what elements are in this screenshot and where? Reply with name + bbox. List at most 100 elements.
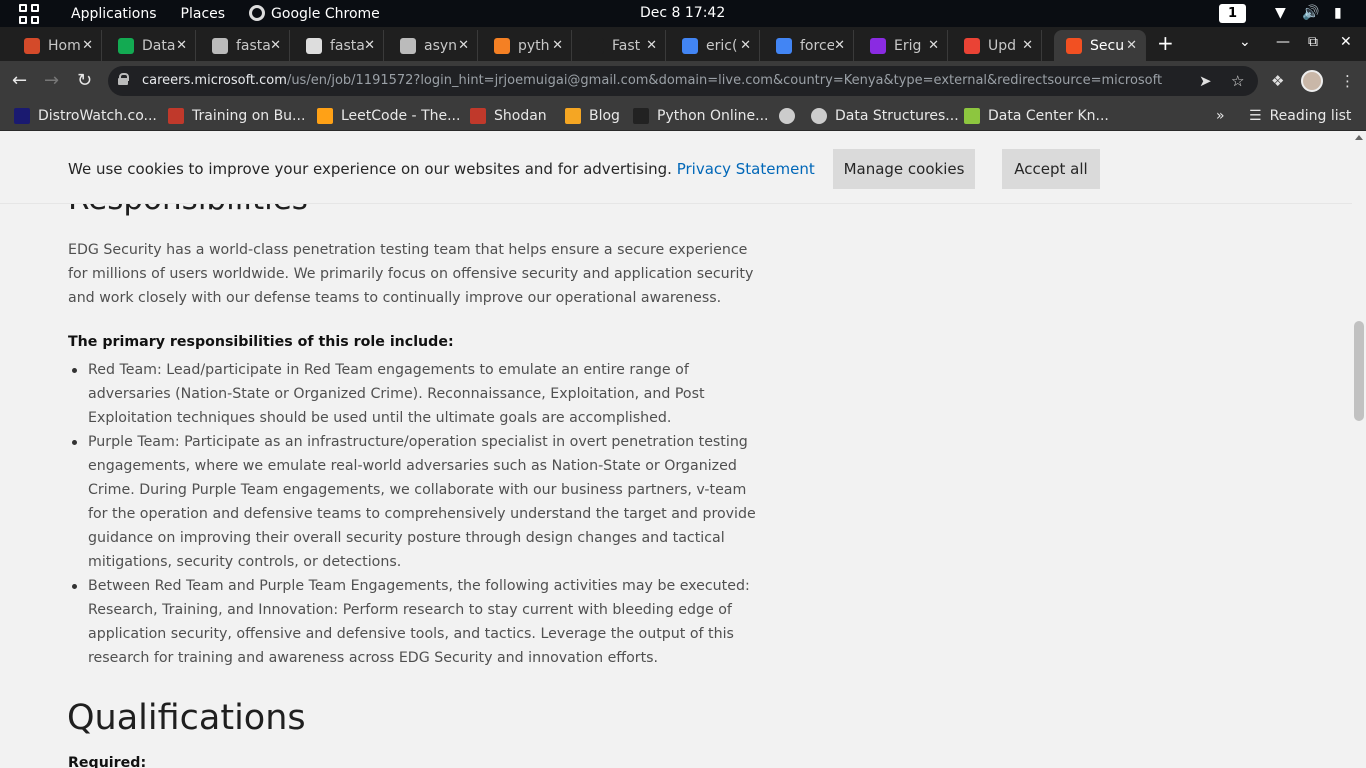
favicon-circle xyxy=(306,37,322,54)
responsibilities-list: Red Team: Lead/participate in Red Team e… xyxy=(68,358,768,670)
close-tab-icon[interactable]: ✕ xyxy=(176,38,187,53)
microsoft-icon xyxy=(1066,37,1082,54)
chrome-icon xyxy=(249,5,266,21)
browser-tab[interactable]: pyth ✕ xyxy=(482,30,572,61)
maximize-icon[interactable]: ⧉ xyxy=(1308,34,1318,50)
browser-tab[interactable]: fasta ✕ xyxy=(200,30,290,61)
intro-paragraph: EDG Security has a world-class penetrati… xyxy=(68,242,754,306)
browser-tab[interactable]: Secu ✕ xyxy=(1054,30,1146,61)
back-icon[interactable]: ← xyxy=(12,70,27,91)
manage-cookies-button[interactable]: Manage cookies xyxy=(833,149,975,189)
browser-tab[interactable]: Hom ✕ xyxy=(12,30,102,61)
bookmark-item[interactable]: Shodan xyxy=(470,106,547,126)
workspace-indicator[interactable]: 1 xyxy=(1219,4,1246,23)
forward-icon[interactable]: → xyxy=(44,70,59,91)
browser-tab[interactable]: fasta ✕ xyxy=(294,30,384,61)
bookmark-item[interactable]: Python Online... xyxy=(633,106,769,126)
gmail-icon xyxy=(964,37,980,54)
url-text[interactable]: careers.microsoft.com/us/en/job/1191572?… xyxy=(142,73,1162,88)
wifi-icon[interactable]: ▼ xyxy=(1275,5,1286,21)
scroll-up-arrow[interactable] xyxy=(1355,135,1363,140)
page-scrollbar[interactable] xyxy=(1352,131,1366,768)
bookmark-item[interactable]: DistroWatch.co... xyxy=(14,106,157,126)
bookmark-label: Python Online... xyxy=(657,108,769,124)
close-window-icon[interactable]: ✕ xyxy=(1340,34,1352,50)
bookmark-item[interactable]: Data Center Kn... xyxy=(964,106,1109,126)
accept-all-button[interactable]: Accept all xyxy=(1002,149,1100,189)
tab-title: Secu xyxy=(1090,37,1125,54)
close-tab-icon[interactable]: ✕ xyxy=(1022,38,1033,53)
new-tab-button[interactable]: + xyxy=(1157,31,1174,55)
bookmark-label: DistroWatch.co... xyxy=(38,108,157,124)
responsibilities-subheading: The primary responsibilities of this rol… xyxy=(68,334,454,350)
close-tab-icon[interactable]: ✕ xyxy=(458,38,469,53)
lock-icon[interactable] xyxy=(118,73,129,85)
browser-tab[interactable]: asyn ✕ xyxy=(388,30,478,61)
bookmark-label: Blog xyxy=(589,108,620,124)
qualifications-heading: Qualifications xyxy=(67,698,306,738)
app-grid-icon[interactable] xyxy=(19,3,39,24)
tab-title: fasta xyxy=(236,37,271,54)
close-tab-icon[interactable]: ✕ xyxy=(740,38,751,53)
volume-icon[interactable]: 🔊 xyxy=(1302,5,1319,21)
send-icon[interactable]: ➤ xyxy=(1199,72,1212,90)
close-tab-icon[interactable]: ✕ xyxy=(1126,38,1137,53)
browser-tab[interactable]: Erig ✕ xyxy=(858,30,948,61)
tab-title: Fast xyxy=(612,37,641,54)
favicon-purple xyxy=(870,37,886,54)
reading-list-icon: ☰ xyxy=(1249,108,1262,124)
extensions-icon[interactable]: ❖ xyxy=(1271,72,1284,90)
avatar[interactable] xyxy=(1301,70,1323,92)
blog-icon xyxy=(565,108,581,124)
bookmark-item[interactable]: Training on Bu... xyxy=(168,106,305,126)
more-bookmarks-chevron-icon[interactable]: » xyxy=(1216,106,1225,126)
close-tab-icon[interactable]: ✕ xyxy=(928,38,939,53)
close-tab-icon[interactable]: ✕ xyxy=(82,38,93,53)
leetcode-icon xyxy=(317,108,333,124)
places-menu[interactable]: Places xyxy=(169,6,238,22)
tab-title: Erig xyxy=(894,37,922,54)
clock[interactable]: Dec 8 17:42 xyxy=(640,5,725,21)
browser-tab[interactable]: Data ✕ xyxy=(106,30,196,61)
required-label: Required: xyxy=(68,755,147,768)
list-item: Between Red Team and Purple Team Engagem… xyxy=(68,574,768,670)
scrollbar-thumb[interactable] xyxy=(1354,321,1364,421)
browser-tab[interactable]: force ✕ xyxy=(764,30,854,61)
battery-icon[interactable]: ▮ xyxy=(1334,5,1342,21)
close-tab-icon[interactable]: ✕ xyxy=(552,38,563,53)
applications-menu[interactable]: Applications xyxy=(59,6,169,22)
close-tab-icon[interactable]: ✕ xyxy=(364,38,375,53)
menu-kebab-icon[interactable]: ⋮ xyxy=(1340,72,1355,90)
minimize-icon[interactable]: — xyxy=(1276,34,1290,50)
address-bar[interactable]: careers.microsoft.com/us/en/job/1191572?… xyxy=(108,66,1258,96)
privacy-statement-link[interactable]: Privacy Statement xyxy=(677,160,815,178)
browser-tab[interactable]: Fast ✕ xyxy=(576,30,666,61)
reading-list-button[interactable]: ☰ Reading list xyxy=(1249,106,1351,126)
browser-tab[interactable]: Upd ✕ xyxy=(952,30,1042,61)
cookie-message: We use cookies to improve your experienc… xyxy=(68,160,815,178)
tab-search-icon[interactable]: ⌄ xyxy=(1239,34,1251,50)
bookmark-item[interactable]: LeetCode - The... xyxy=(317,106,460,126)
dck-icon xyxy=(964,108,980,124)
github-icon xyxy=(400,37,416,54)
bookmark-star-icon[interactable]: ☆ xyxy=(1231,72,1244,90)
bookmarks-bar: DistroWatch.co... Training on Bu... LeetCo… xyxy=(0,101,1366,131)
url-path: /us/en/job/1191572?login_hint=jrjoemuiga… xyxy=(286,73,1163,88)
distrowatch-icon xyxy=(14,108,30,124)
close-tab-icon[interactable]: ✕ xyxy=(646,38,657,53)
bookmark-item[interactable]: Blog xyxy=(565,106,620,126)
browser-tab[interactable]: eric(✕ xyxy=(670,30,760,61)
active-app-menu[interactable]: Google Chrome xyxy=(237,5,392,22)
close-tab-icon[interactable]: ✕ xyxy=(270,38,281,53)
close-tab-icon[interactable]: ✕ xyxy=(834,38,845,53)
favicon-blank xyxy=(588,37,604,54)
shodan-icon xyxy=(470,108,486,124)
bookmark-item[interactable] xyxy=(779,106,803,126)
bookmark-label: Shodan xyxy=(494,108,547,124)
favicon-red xyxy=(24,37,40,54)
tab-title: Hom xyxy=(48,37,81,54)
reload-icon[interactable]: ↻ xyxy=(77,70,92,91)
training-icon xyxy=(168,108,184,124)
globe-icon xyxy=(779,108,795,124)
bookmark-item[interactable]: Data Structures... xyxy=(811,106,959,126)
